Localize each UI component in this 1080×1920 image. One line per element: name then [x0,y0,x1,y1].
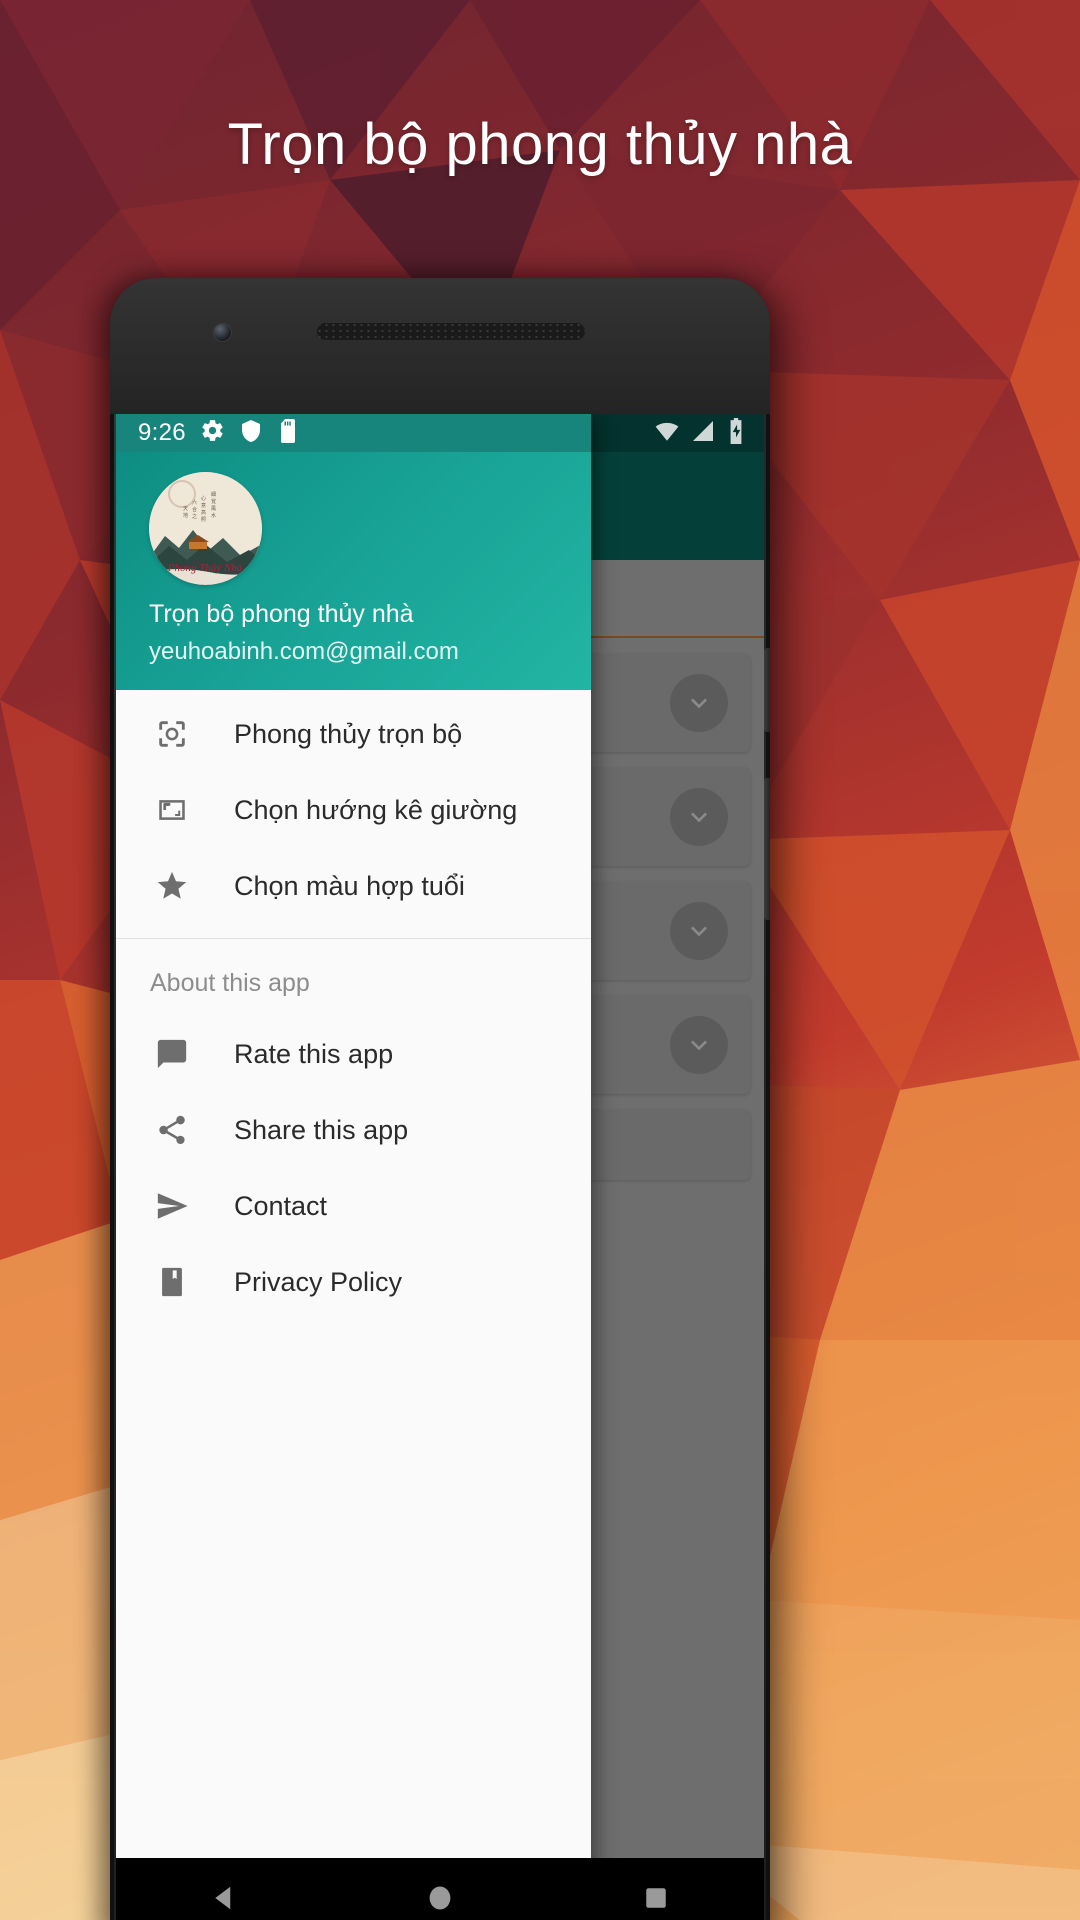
sidebar-item-label: Privacy Policy [234,1266,403,1297]
drawer-account-header[interactable]: 細覚風水 心意高照 六合之 天地 Phong Thủy Nhà Trọn bộ … [116,414,591,690]
share-icon [150,1108,194,1152]
drawer-menu-list: Phong thủy trọn bộ Chọn hướng kê giường … [116,690,591,1920]
volume-button[interactable] [764,778,770,920]
svg-text:心: 心 [201,495,206,502]
status-bar-clock: 9:26 [138,419,186,446]
sidebar-item-share-this-app[interactable]: Share this app [116,1092,591,1168]
system-navigation-bar [116,1858,764,1920]
sidebar-item-label: Contact [234,1190,328,1221]
sidebar-item-label: Chọn hướng kê giường [234,794,518,825]
power-button[interactable] [764,648,770,732]
sidebar-item-label: Rate this app [234,1038,394,1069]
svg-text:六: 六 [192,499,197,506]
sidebar-item-chon-huong-ke-giuong[interactable]: Chọn hướng kê giường [116,772,591,848]
svg-text:水: 水 [211,512,216,519]
status-bar: 9:26 [116,414,591,452]
center-focus-icon [150,712,194,756]
phone-screen: phong phù hợp với [116,414,764,1920]
svg-text:風: 風 [211,506,216,512]
gear-icon [200,418,225,448]
svg-text:地: 地 [183,512,188,519]
home-circle-icon[interactable] [405,1858,475,1920]
svg-text:覚: 覚 [211,498,216,505]
front-camera-icon [214,324,231,341]
send-icon [150,1184,194,1228]
svg-text:Phong Thủy Nhà: Phong Thủy Nhà [167,562,243,574]
back-triangle-icon[interactable] [189,1858,259,1920]
sd-card-icon [277,418,299,448]
star-icon [150,864,194,908]
sidebar-item-privacy-policy[interactable]: Privacy Policy [116,1244,591,1320]
svg-text:照: 照 [201,517,206,523]
svg-text:高: 高 [201,509,206,516]
phone-top-bezel [110,278,770,414]
sidebar-item-label: Phong thủy trọn bộ [234,718,463,749]
sidebar-item-label: Chọn màu hợp tuổi [234,870,465,901]
book-bookmark-icon [150,1260,194,1304]
avatar[interactable]: 細覚風水 心意高照 六合之 天地 Phong Thủy Nhà [149,472,262,585]
rate-review-icon [150,1032,194,1076]
account-email: yeuhoabinh.com@gmail.com [149,638,459,665]
sidebar-item-label: Share this app [234,1114,409,1145]
app-logo-avatar-icon: 細覚風水 心意高照 六合之 天地 Phong Thủy Nhà [149,472,262,585]
crop-fullscreen-icon [150,788,194,832]
menu-section-label: About this app [150,969,310,997]
sidebar-item-phong-thuy-tron-bo[interactable]: Phong thủy trọn bộ [116,696,591,772]
account-name: Trọn bộ phong thủy nhà [149,600,414,628]
shield-icon [239,419,263,448]
sidebar-item-rate-this-app[interactable]: Rate this app [116,1016,591,1092]
svg-text:天: 天 [183,506,188,512]
earpiece-speaker [316,322,586,341]
recents-square-icon[interactable] [621,1858,691,1920]
sidebar-item-contact[interactable]: Contact [116,1168,591,1244]
navigation-drawer: 細覚風水 心意高照 六合之 天地 Phong Thủy Nhà Trọn bộ … [116,414,591,1920]
svg-text:細: 細 [211,491,216,498]
svg-text:意: 意 [201,502,206,509]
svg-text:合: 合 [192,506,197,513]
sidebar-item-chon-mau-hop-tuoi[interactable]: Chọn màu hợp tuổi [116,848,591,924]
svg-text:之: 之 [192,513,197,520]
phone-device-frame: phong phù hợp với [110,278,770,1920]
page-title: Trọn bộ phong thủy nhà [227,112,853,177]
